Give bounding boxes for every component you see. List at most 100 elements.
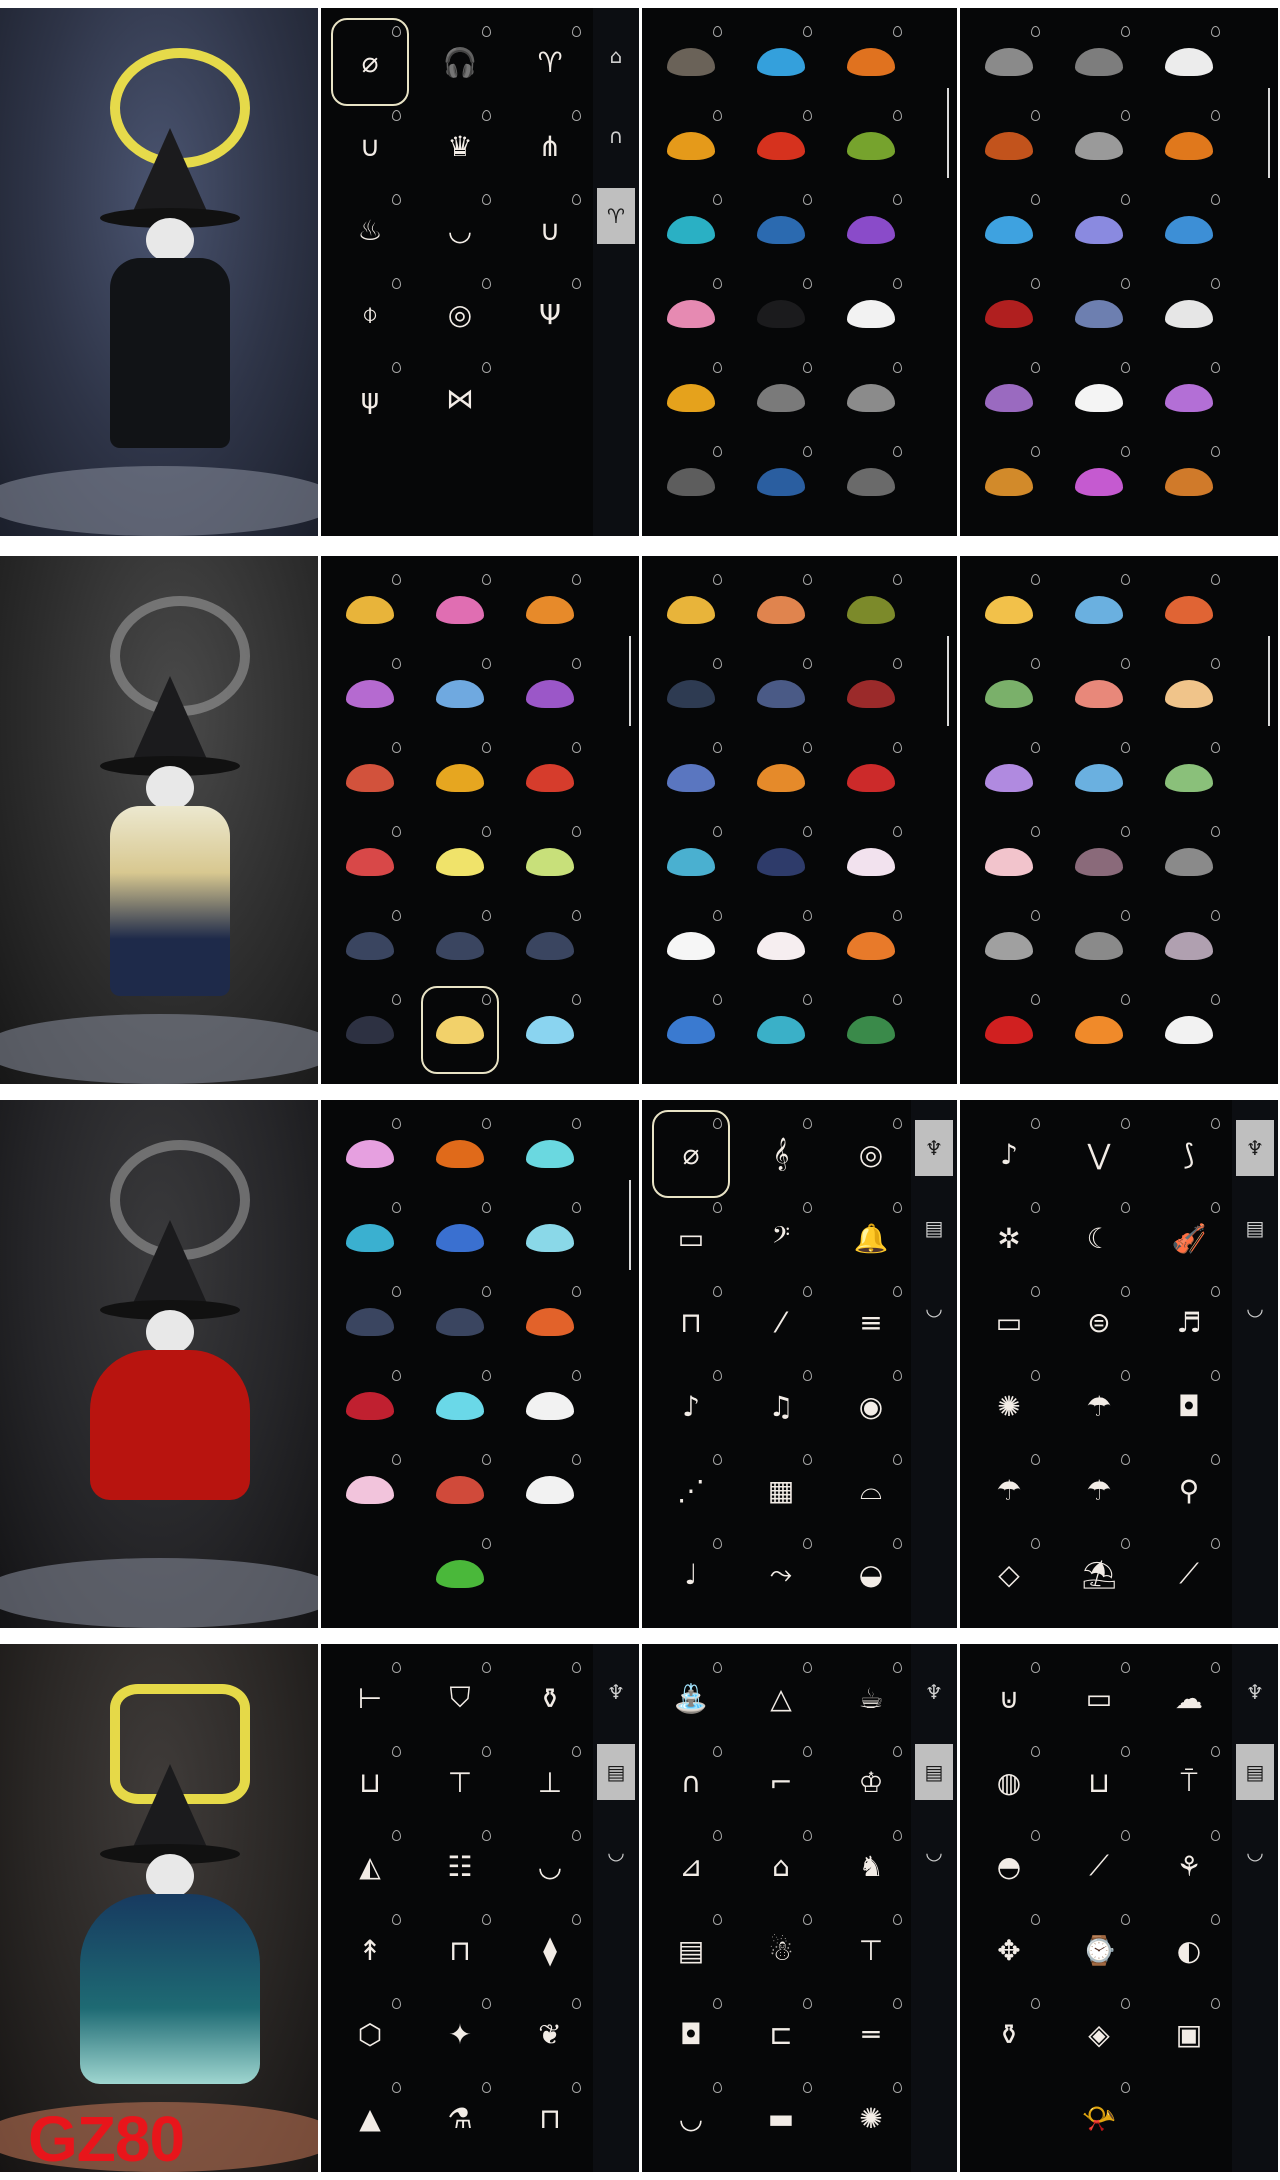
cup-icon[interactable]: ◡: [915, 1280, 953, 1336]
item-slot[interactable]: [834, 440, 908, 524]
item-slot[interactable]: ☷: [423, 1824, 497, 1908]
item-slot[interactable]: [972, 988, 1046, 1072]
item-slot[interactable]: ⊓: [423, 1908, 497, 1992]
lyre-icon[interactable]: ♆: [915, 1120, 953, 1176]
item-slot[interactable]: ⌀: [652, 1110, 730, 1198]
item-slot[interactable]: [1062, 440, 1136, 524]
item-slot[interactable]: [333, 904, 407, 988]
item-slot[interactable]: [1062, 988, 1136, 1072]
horns-icon[interactable]: ♈: [597, 188, 635, 244]
item-slot[interactable]: [972, 904, 1046, 988]
item-slot[interactable]: 𝄢: [744, 1196, 818, 1280]
item-slot[interactable]: [513, 1364, 587, 1448]
item-slot[interactable]: [513, 988, 587, 1072]
item-slot[interactable]: ◐: [1152, 1908, 1226, 1992]
item-slot[interactable]: [423, 1364, 497, 1448]
item-slot[interactable]: [1062, 736, 1136, 820]
lyre-icon[interactable]: ♆: [1236, 1120, 1274, 1176]
item-slot[interactable]: [333, 568, 407, 652]
item-slot[interactable]: [654, 736, 728, 820]
item-slot[interactable]: [744, 440, 818, 524]
item-slot[interactable]: [744, 104, 818, 188]
item-slot[interactable]: [654, 568, 728, 652]
item-slot[interactable]: ☾: [1062, 1196, 1136, 1280]
item-slot[interactable]: [654, 820, 728, 904]
item-slot[interactable]: 🎧: [423, 20, 497, 104]
item-slot[interactable]: ♬: [1152, 1280, 1226, 1364]
item-slot[interactable]: [1062, 568, 1136, 652]
item-slot[interactable]: [1062, 652, 1136, 736]
item-slot[interactable]: ⋁: [1062, 1112, 1136, 1196]
item-slot[interactable]: [744, 652, 818, 736]
item-slot[interactable]: [1152, 104, 1226, 188]
item-slot[interactable]: [834, 568, 908, 652]
item-slot[interactable]: ♨: [333, 188, 407, 272]
item-slot[interactable]: [333, 1112, 407, 1196]
item-slot[interactable]: [513, 652, 587, 736]
item-slot[interactable]: ⌀: [331, 18, 409, 106]
item-slot[interactable]: [834, 736, 908, 820]
item-slot[interactable]: ⊿: [654, 1824, 728, 1908]
item-slot[interactable]: [513, 1196, 587, 1280]
item-slot[interactable]: ⬡: [333, 1992, 407, 2076]
item-slot[interactable]: Ψ: [513, 272, 587, 356]
item-slot[interactable]: 📯: [1062, 2076, 1136, 2160]
item-slot[interactable]: ⌐: [744, 1740, 818, 1824]
item-slot[interactable]: [744, 568, 818, 652]
item-slot[interactable]: [333, 1364, 407, 1448]
item-slot[interactable]: ⟋: [1062, 1824, 1136, 1908]
lyre-icon[interactable]: ♆: [1236, 1664, 1274, 1720]
item-slot[interactable]: [333, 736, 407, 820]
item-slot[interactable]: ⊤: [423, 1740, 497, 1824]
hairpin-icon[interactable]: ∩: [597, 108, 635, 164]
item-slot[interactable]: ⌚: [1062, 1908, 1136, 1992]
item-slot[interactable]: ⟆: [1152, 1112, 1226, 1196]
scrollbar[interactable]: [947, 88, 949, 178]
item-slot[interactable]: [744, 272, 818, 356]
item-slot[interactable]: [744, 356, 818, 440]
item-slot[interactable]: ⛉: [423, 1656, 497, 1740]
item-slot[interactable]: [1062, 820, 1136, 904]
item-slot[interactable]: ↟: [333, 1908, 407, 1992]
item-slot[interactable]: ⊜: [1062, 1280, 1136, 1364]
item-slot[interactable]: ◇: [972, 1532, 1046, 1616]
item-slot[interactable]: △: [744, 1656, 818, 1740]
item-slot[interactable]: [834, 988, 908, 1072]
item-slot[interactable]: [834, 188, 908, 272]
item-slot[interactable]: ✥: [972, 1908, 1046, 1992]
item-slot[interactable]: ◡: [513, 1824, 587, 1908]
item-slot[interactable]: ☁: [1152, 1656, 1226, 1740]
item-slot[interactable]: [834, 20, 908, 104]
item-slot[interactable]: [1152, 356, 1226, 440]
item-slot[interactable]: ═: [834, 1992, 908, 2076]
item-slot[interactable]: [423, 820, 497, 904]
item-slot[interactable]: [333, 820, 407, 904]
item-slot[interactable]: [423, 1448, 497, 1532]
item-slot[interactable]: [421, 986, 499, 1074]
item-slot[interactable]: [1062, 356, 1136, 440]
item-slot[interactable]: ◡: [654, 2076, 728, 2160]
item-slot[interactable]: [513, 736, 587, 820]
item-slot[interactable]: ▭: [1062, 1656, 1136, 1740]
item-slot[interactable]: ⊏: [744, 1992, 818, 2076]
item-slot[interactable]: [513, 1280, 587, 1364]
item-slot[interactable]: ◭: [333, 1824, 407, 1908]
item-slot[interactable]: ◓: [972, 1824, 1046, 1908]
furniture-icon[interactable]: ▤: [1236, 1200, 1274, 1256]
item-slot[interactable]: [423, 1112, 497, 1196]
item-slot[interactable]: ∪: [513, 188, 587, 272]
item-slot[interactable]: [834, 652, 908, 736]
lyre-icon[interactable]: ♆: [915, 1664, 953, 1720]
item-slot[interactable]: ▲: [333, 2076, 407, 2160]
item-slot[interactable]: ▭: [654, 1196, 728, 1280]
item-slot[interactable]: [423, 568, 497, 652]
item-slot[interactable]: [744, 188, 818, 272]
furniture-icon[interactable]: ▤: [597, 1744, 635, 1800]
item-slot[interactable]: [654, 188, 728, 272]
item-slot[interactable]: [972, 736, 1046, 820]
item-slot[interactable]: [333, 1196, 407, 1280]
item-slot[interactable]: [1152, 652, 1226, 736]
item-slot[interactable]: 🔔: [834, 1196, 908, 1280]
item-slot[interactable]: ⊤: [834, 1908, 908, 1992]
item-slot[interactable]: [744, 904, 818, 988]
